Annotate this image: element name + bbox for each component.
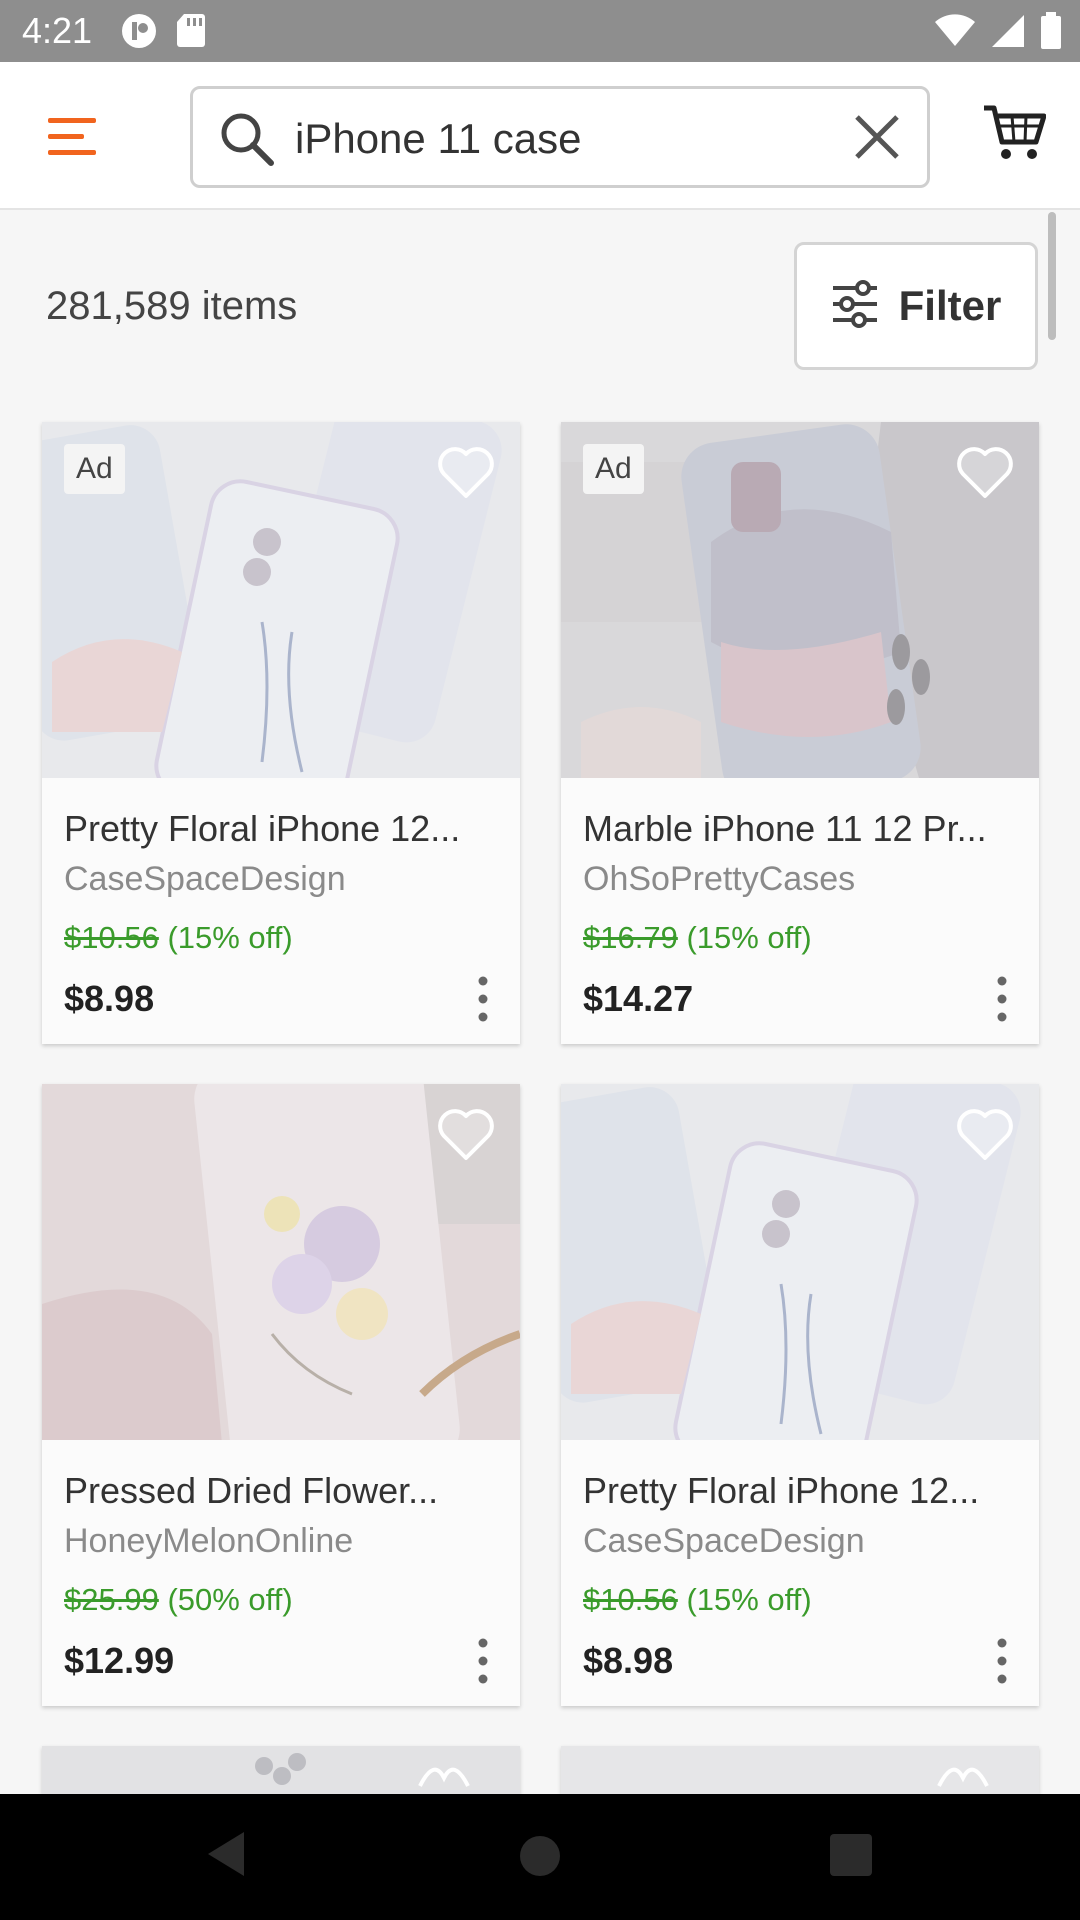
sd-card-icon bbox=[176, 12, 206, 55]
sale-price: $8.98 bbox=[583, 1640, 674, 1681]
product-image[interactable] bbox=[42, 1746, 520, 1794]
original-price: $16.79 bbox=[583, 920, 678, 955]
search-box[interactable] bbox=[190, 86, 930, 188]
product-image[interactable]: Ad bbox=[42, 422, 520, 778]
discount-percent: (15% off) bbox=[686, 920, 812, 955]
product-title[interactable]: Pressed Dried Flower... bbox=[64, 1470, 504, 1512]
more-options-icon[interactable] bbox=[987, 1636, 1017, 1686]
results-bar: 281,589 items Filter bbox=[0, 212, 1080, 412]
battery-icon bbox=[1040, 12, 1062, 55]
status-time: 4:21 bbox=[22, 10, 93, 51]
discount-line: $10.56 (15% off) bbox=[583, 1582, 812, 1618]
home-circle-icon[interactable] bbox=[520, 1836, 560, 1876]
shop-name: HoneyMelonOnline bbox=[64, 1522, 354, 1560]
filter-label: Filter bbox=[898, 282, 1002, 329]
more-options-icon[interactable] bbox=[987, 974, 1017, 1024]
system-nav-bar bbox=[0, 1794, 1080, 1920]
sale-price: $8.98 bbox=[64, 978, 155, 1019]
product-image[interactable] bbox=[561, 1746, 1039, 1794]
search-icon bbox=[217, 109, 277, 174]
product-card-partial[interactable] bbox=[561, 1746, 1039, 1794]
product-card[interactable]: Ad Pretty Floral iPhone 12... CaseSpaceD… bbox=[42, 422, 520, 1044]
heart-icon[interactable] bbox=[955, 1106, 1015, 1167]
more-options-icon[interactable] bbox=[468, 974, 498, 1024]
sliders-icon bbox=[831, 279, 879, 333]
discount-percent: (15% off) bbox=[686, 1582, 812, 1617]
items-count: 281,589 items bbox=[46, 284, 298, 328]
product-card[interactable]: Pretty Floral iPhone 12... CaseSpaceDesi… bbox=[561, 1084, 1039, 1706]
discount-line: $10.56 (15% off) bbox=[64, 920, 293, 956]
ad-badge: Ad bbox=[583, 444, 644, 494]
sale-price: $14.27 bbox=[583, 978, 694, 1019]
notification-icon bbox=[120, 12, 158, 55]
search-input[interactable] bbox=[295, 115, 815, 163]
filter-button[interactable]: Filter bbox=[794, 242, 1038, 370]
app-header bbox=[0, 62, 1080, 210]
discount-percent: (15% off) bbox=[167, 920, 293, 955]
ad-badge: Ad bbox=[64, 444, 125, 494]
product-title[interactable]: Pretty Floral iPhone 12... bbox=[583, 1470, 1023, 1512]
scrollbar[interactable] bbox=[1048, 212, 1056, 340]
discount-line: $25.99 (50% off) bbox=[64, 1582, 293, 1618]
hamburger-menu-icon[interactable] bbox=[46, 114, 100, 160]
original-price: $10.56 bbox=[583, 1582, 678, 1617]
shop-name: OhSoPrettyCases bbox=[583, 860, 856, 898]
product-card-partial[interactable] bbox=[42, 1746, 520, 1794]
shop-name: CaseSpaceDesign bbox=[583, 1522, 865, 1560]
product-title[interactable]: Marble iPhone 11 12 Pr... bbox=[583, 808, 1023, 850]
heart-icon[interactable] bbox=[436, 1106, 496, 1167]
product-image[interactable]: Ad bbox=[561, 422, 1039, 778]
product-card[interactable]: Pressed Dried Flower... HoneyMelonOnline… bbox=[42, 1084, 520, 1706]
product-image[interactable] bbox=[42, 1084, 520, 1440]
discount-percent: (50% off) bbox=[167, 1582, 293, 1617]
wifi-icon bbox=[934, 14, 976, 53]
original-price: $25.99 bbox=[64, 1582, 159, 1617]
sale-price: $12.99 bbox=[64, 1640, 175, 1681]
status-bar: 4:21 bbox=[0, 0, 1080, 62]
product-card[interactable]: Ad Marble iPhone 11 12 Pr... OhSoPrettyC… bbox=[561, 422, 1039, 1044]
heart-icon[interactable] bbox=[436, 444, 496, 505]
discount-line: $16.79 (15% off) bbox=[583, 920, 812, 956]
back-triangle-icon[interactable] bbox=[206, 1830, 246, 1883]
product-image[interactable] bbox=[561, 1084, 1039, 1440]
signal-icon bbox=[990, 13, 1026, 54]
recents-square-icon[interactable] bbox=[830, 1834, 872, 1876]
more-options-icon[interactable] bbox=[468, 1636, 498, 1686]
close-icon[interactable] bbox=[853, 113, 901, 166]
original-price: $10.56 bbox=[64, 920, 159, 955]
heart-icon[interactable] bbox=[955, 444, 1015, 505]
shop-name: CaseSpaceDesign bbox=[64, 860, 346, 898]
cart-icon[interactable] bbox=[982, 104, 1047, 167]
product-title[interactable]: Pretty Floral iPhone 12... bbox=[64, 808, 504, 850]
